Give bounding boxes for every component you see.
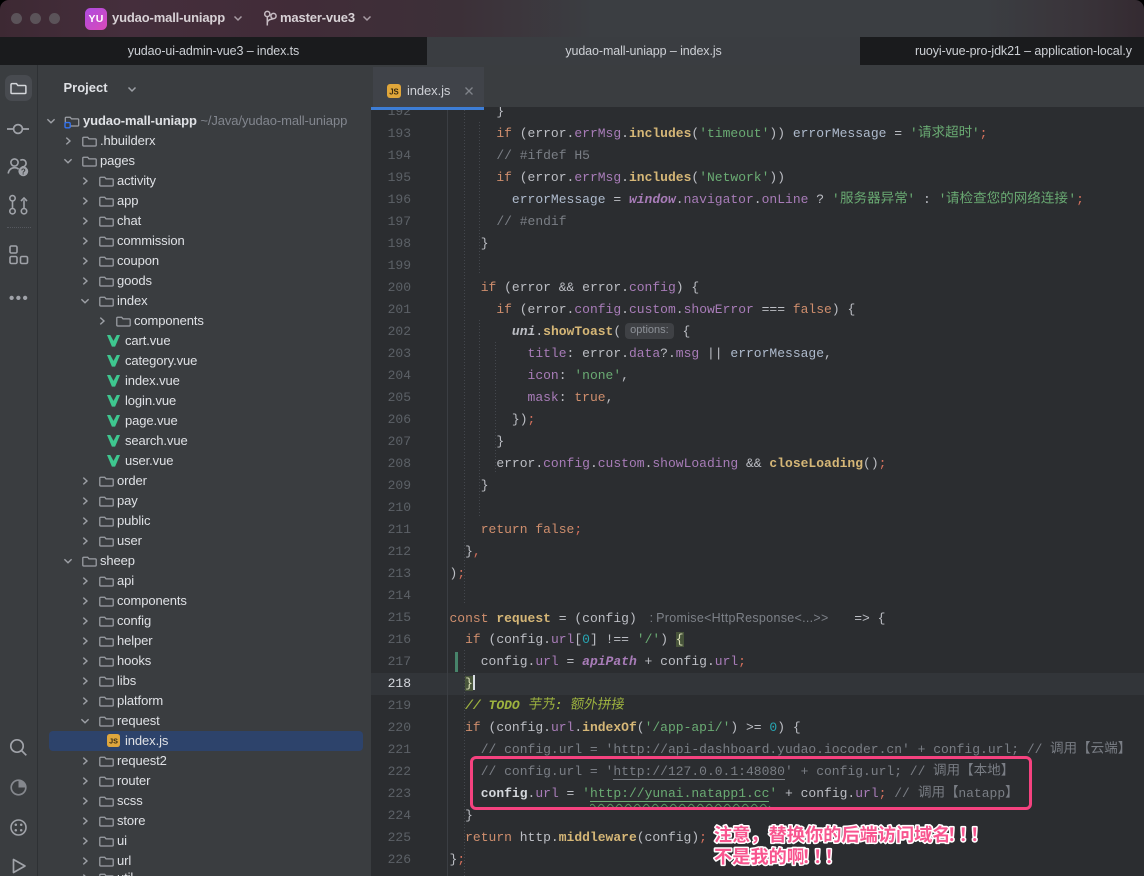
svg-text:?: ? — [21, 167, 26, 176]
svg-text:JS: JS — [389, 87, 399, 96]
svg-text:JS: JS — [109, 736, 118, 745]
